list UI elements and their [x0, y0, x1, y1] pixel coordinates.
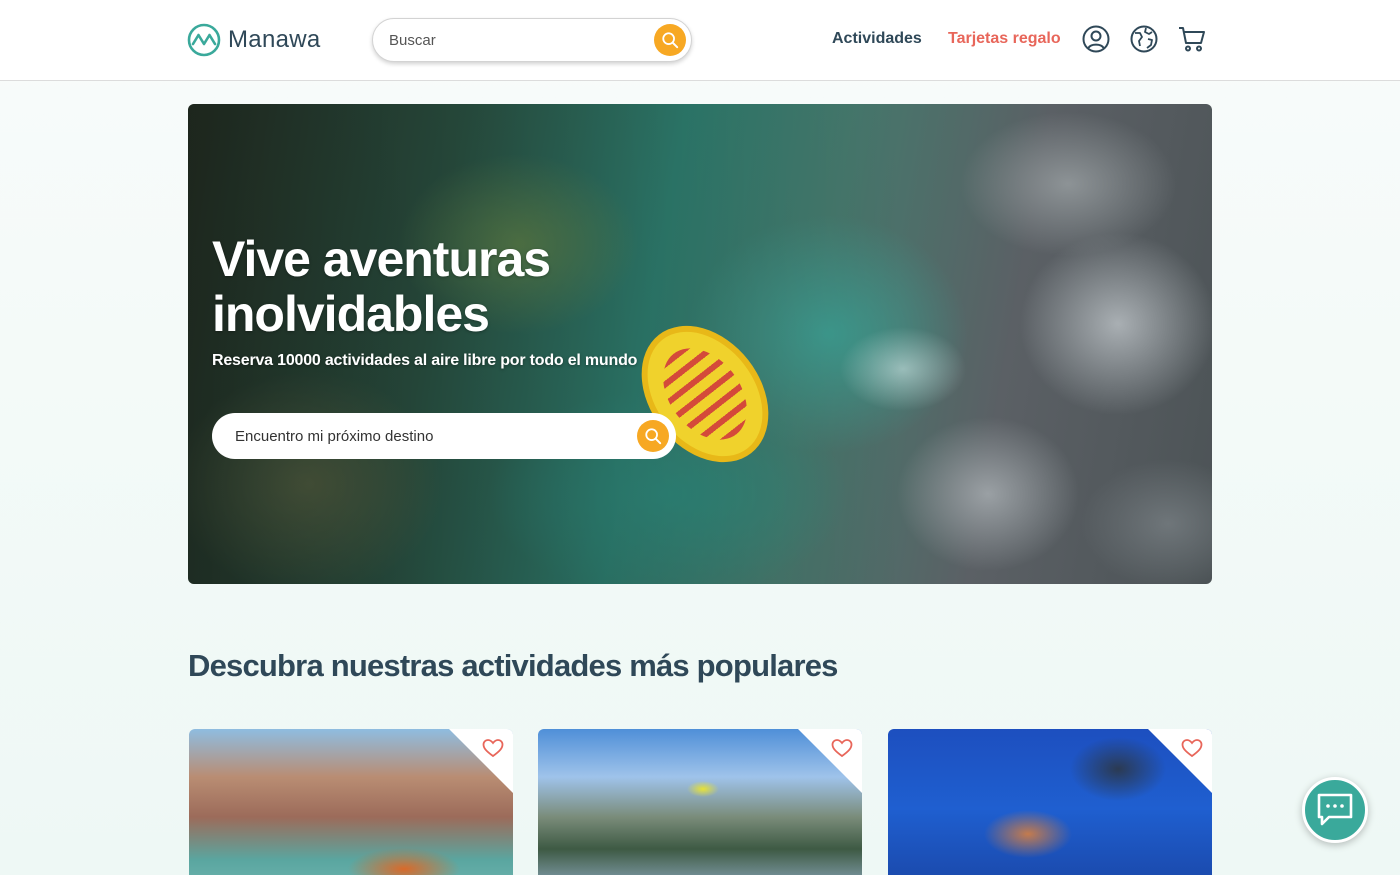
header-search-button[interactable] [654, 24, 686, 56]
popular-section-title: Descubra nuestras actividades más popula… [188, 648, 838, 683]
heart-icon [482, 739, 504, 758]
cart-icon [1179, 27, 1205, 52]
search-icon [645, 428, 662, 445]
favorite-button[interactable] [831, 738, 853, 758]
globe-icon [1130, 25, 1158, 53]
header-search [372, 18, 692, 62]
heart-icon [1181, 739, 1203, 758]
manawa-logo-icon [187, 23, 221, 57]
favorite-button[interactable] [482, 738, 504, 758]
site-header: Manawa Actividades Tarjetas regalo [0, 0, 1400, 81]
activity-card-paragliding[interactable] [538, 729, 862, 875]
favorite-button[interactable] [1181, 738, 1203, 758]
account-button[interactable] [1081, 24, 1111, 54]
nav-activities-link[interactable]: Actividades [832, 30, 922, 48]
brand-name: Manawa [228, 26, 321, 53]
hero-search-button[interactable] [637, 420, 669, 452]
hero-banner: Vive aventuras inolvidables Reserva 1000… [188, 104, 1212, 584]
hero-search [212, 413, 676, 459]
chat-bubble-icon [1317, 793, 1353, 826]
header-search-input[interactable] [389, 19, 649, 61]
nav-gift-cards-link[interactable]: Tarjetas regalo [948, 30, 1061, 48]
language-button[interactable] [1129, 24, 1159, 54]
hero-search-input[interactable] [235, 413, 625, 459]
hero-subtitle: Reserva 10000 actividades al aire libre … [212, 352, 638, 369]
chat-button[interactable] [1302, 777, 1368, 843]
cart-button[interactable] [1177, 24, 1207, 54]
search-icon [662, 32, 679, 49]
heart-icon [831, 739, 853, 758]
brand-logo[interactable]: Manawa [187, 22, 321, 58]
hero-title: Vive aventuras inolvidables [212, 231, 551, 342]
activity-card-snorkeling[interactable] [888, 729, 1212, 875]
activity-card-kayak[interactable] [189, 729, 513, 875]
user-icon [1082, 25, 1110, 53]
